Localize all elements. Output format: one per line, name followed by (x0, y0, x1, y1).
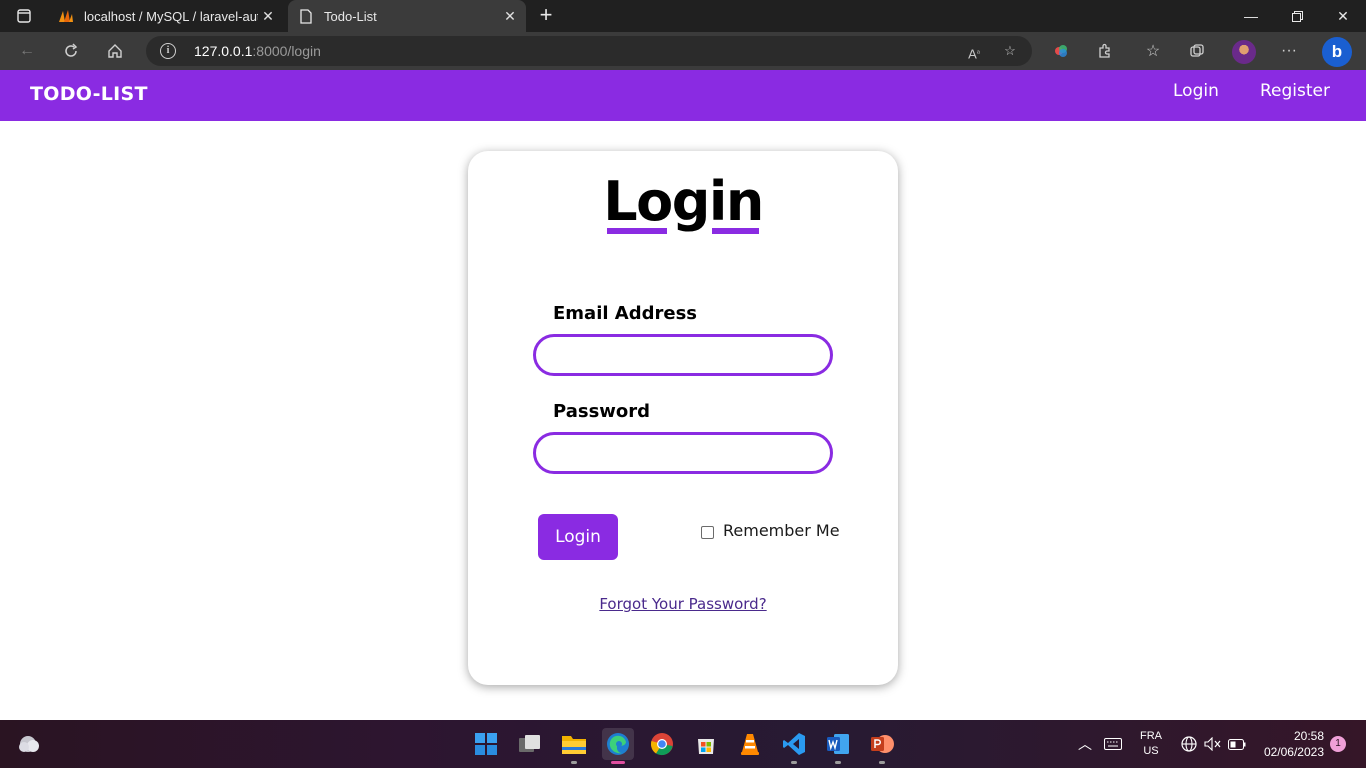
extension-color-icon[interactable] (1048, 38, 1074, 64)
system-clock[interactable]: 20:58 02/06/2023 (1254, 728, 1324, 760)
clock-date: 02/06/2023 (1263, 745, 1324, 759)
remember-me-label[interactable]: Remember Me (723, 521, 840, 540)
file-explorer-icon[interactable] (558, 728, 590, 764)
windows-taskbar: ︿ FRA US 20:58 02/06/2023 1 (0, 720, 1366, 768)
extensions-icon[interactable] (1092, 38, 1118, 64)
tab-actions-icon[interactable] (10, 6, 38, 26)
add-favorite-icon[interactable]: ☆ (1000, 41, 1020, 61)
running-indicator (835, 761, 841, 764)
remember-me[interactable]: Remember Me (701, 521, 840, 540)
notification-badge[interactable]: 1 (1330, 736, 1346, 752)
tab-title: Todo-List (324, 8, 377, 24)
nav-link-register[interactable]: Register (1260, 81, 1330, 101)
back-icon[interactable]: ← (14, 38, 40, 64)
phpmyadmin-icon (58, 8, 74, 24)
more-options-icon[interactable]: ··· (1276, 38, 1302, 64)
refresh-icon[interactable] (58, 38, 84, 64)
remember-me-checkbox[interactable] (701, 526, 714, 539)
close-tab-icon[interactable]: ✕ (258, 8, 278, 25)
clock-time: 20:58 (1293, 729, 1324, 743)
keyboard-layout: US (1143, 745, 1159, 757)
forgot-password-link[interactable]: Forgot Your Password? (468, 595, 898, 613)
running-indicator (879, 761, 885, 764)
input-language-indicator[interactable]: FRA US (1136, 729, 1166, 759)
network-globe-icon[interactable] (1178, 720, 1200, 768)
email-label: Email Address (553, 303, 698, 324)
microsoft-store-icon[interactable] (690, 728, 722, 760)
page-icon (298, 8, 314, 24)
browser-tab-phpmyadmin[interactable]: localhost / MySQL / laravel-auth ✕ (48, 0, 284, 32)
brand-logo[interactable]: TODO-LIST (30, 83, 148, 105)
powerpoint-icon[interactable] (866, 728, 898, 764)
browser-toolbar: ← i 127.0.0.1:8000/login Aₐ ☆ ☆ ··· b (0, 32, 1366, 70)
close-tab-icon[interactable]: ✕ (500, 8, 520, 25)
home-icon[interactable] (102, 38, 128, 64)
favorites-icon[interactable]: ☆ (1140, 38, 1166, 64)
browser-tab-strip: localhost / MySQL / laravel-auth ✕ Todo-… (0, 0, 1366, 32)
vlc-icon[interactable] (734, 728, 766, 760)
url-text: 127.0.0.1:8000/login (194, 43, 321, 59)
login-card: Login Email Address Password Login Remem… (468, 151, 898, 685)
title-underline-accent (607, 228, 667, 234)
page-title: Login (603, 170, 764, 233)
tab-title: localhost / MySQL / laravel-auth (84, 8, 258, 24)
email-field[interactable] (533, 334, 833, 376)
chrome-icon[interactable] (646, 728, 678, 760)
restore-icon[interactable] (1274, 0, 1320, 32)
login-button[interactable]: Login (538, 514, 618, 560)
collections-icon[interactable] (1184, 38, 1210, 64)
read-aloud-icon[interactable]: Aₐ (964, 41, 984, 61)
profile-avatar[interactable] (1232, 40, 1256, 64)
password-label: Password (553, 401, 651, 422)
running-indicator (571, 761, 577, 764)
weather-icon[interactable] (16, 732, 42, 756)
volume-muted-icon[interactable] (1202, 720, 1224, 768)
start-icon[interactable] (470, 728, 502, 760)
language-code: FRA (1140, 730, 1162, 742)
vscode-icon[interactable] (778, 728, 810, 764)
battery-icon[interactable] (1226, 720, 1248, 768)
nav-link-login[interactable]: Login (1173, 81, 1219, 101)
task-view-icon[interactable] (514, 728, 546, 760)
browser-tab-todo-list[interactable]: Todo-List ✕ (288, 0, 526, 32)
new-tab-button[interactable]: + (534, 4, 558, 28)
site-navbar: TODO-LIST Login Register (0, 70, 1366, 121)
title-underline-accent (712, 228, 759, 234)
keyboard-icon[interactable] (1100, 720, 1126, 768)
password-field[interactable] (533, 432, 833, 474)
running-indicator (791, 761, 797, 764)
edge-icon[interactable] (602, 728, 634, 764)
minimize-icon[interactable]: — (1228, 0, 1274, 32)
bing-chat-icon[interactable]: b (1322, 37, 1352, 67)
address-bar[interactable]: i 127.0.0.1:8000/login Aₐ ☆ (146, 36, 1032, 66)
show-hidden-icons-icon[interactable]: ︿ (1074, 720, 1096, 768)
active-indicator (611, 761, 625, 764)
close-window-icon[interactable]: ✕ (1320, 0, 1366, 32)
word-icon[interactable] (822, 728, 854, 764)
site-info-icon[interactable]: i (160, 43, 176, 59)
